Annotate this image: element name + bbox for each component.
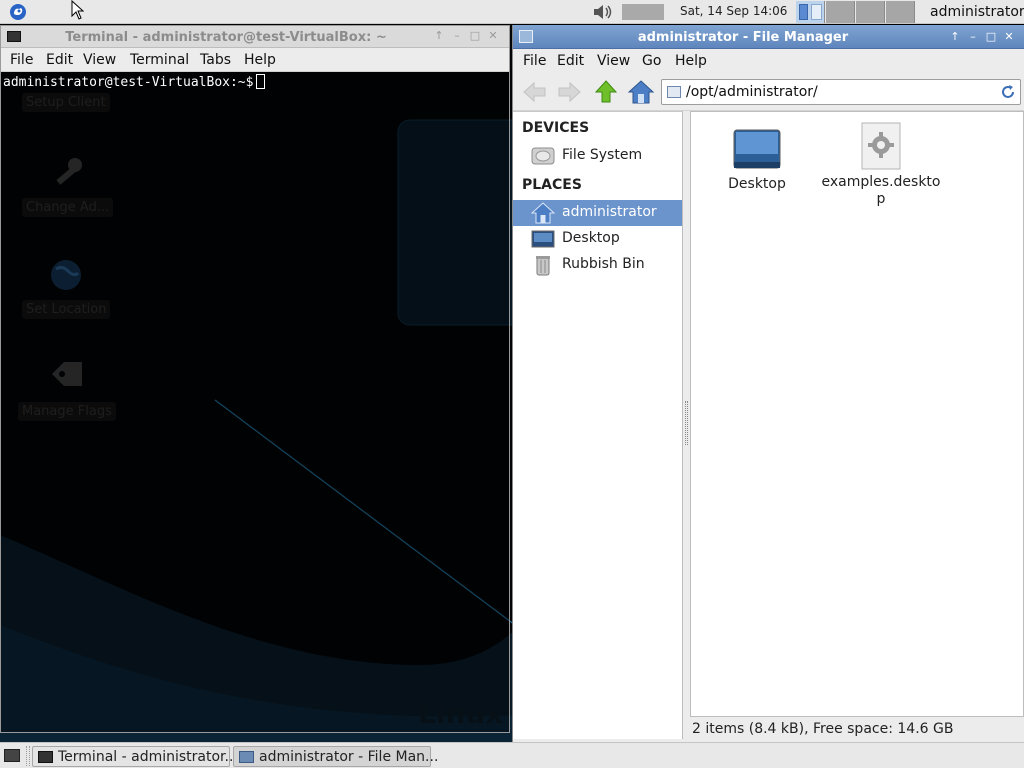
window-close-icon[interactable]: ✕ [487, 30, 499, 42]
menu-view[interactable]: View [597, 53, 630, 69]
location-input[interactable]: /opt/administrator/ [686, 84, 818, 100]
window-close-icon[interactable]: ✕ [1003, 31, 1015, 43]
desktop-icon [531, 230, 555, 248]
sidebar-item-file-system[interactable]: File System [513, 143, 682, 169]
terminal-prompt-line[interactable]: administrator@test-VirtualBox:~$ [3, 74, 266, 90]
mouse-pointer-icon [71, 0, 85, 20]
sidebar-item-rubbish-bin[interactable]: Rubbish Bin [513, 252, 682, 278]
workspace-3[interactable] [856, 1, 885, 23]
menu-help[interactable]: Help [675, 53, 707, 69]
workspace-switcher[interactable] [796, 0, 916, 24]
window-keep-above-icon[interactable]: ↑ [949, 31, 961, 43]
menu-edit[interactable]: Edit [557, 53, 584, 69]
menu-terminal[interactable]: Terminal [130, 52, 189, 68]
applications-menu-icon[interactable] [8, 3, 28, 21]
task-button-file-manager[interactable]: administrator - File Man... [233, 746, 438, 767]
menu-file[interactable]: File [10, 52, 33, 68]
user-menu[interactable]: administrator [930, 4, 1024, 20]
file-item-examples-desktop[interactable]: examples.desktop [819, 122, 943, 208]
folder-desktop-icon [733, 129, 781, 169]
menu-view[interactable]: View [83, 52, 116, 68]
folder-icon [667, 86, 681, 98]
terminal-icon [38, 751, 53, 763]
text-cursor [256, 74, 266, 89]
network-indicator[interactable] [622, 4, 664, 20]
show-desktop-icon[interactable] [4, 749, 20, 762]
workspace-1[interactable] [796, 1, 825, 23]
file-item-label: Desktop [728, 176, 786, 192]
menu-help[interactable]: Help [244, 52, 276, 68]
file-item-label: examples.desktop [821, 174, 941, 207]
task-button-label: Terminal - administrator... [58, 749, 238, 765]
drive-icon [531, 147, 555, 165]
sidebar-item-desktop[interactable]: Desktop [513, 226, 682, 252]
back-arrow-icon[interactable] [521, 79, 549, 105]
sidebar-item-label: Rubbish Bin [562, 256, 645, 272]
workspace-window-thumb [811, 4, 822, 20]
terminal-prompt: administrator@test-VirtualBox:~$ [3, 75, 254, 90]
file-manager-title: administrator - File Manager [637, 30, 849, 45]
menu-edit[interactable]: Edit [46, 52, 73, 68]
location-bar[interactable]: /opt/administrator/ [661, 79, 1021, 105]
menu-go[interactable]: Go [642, 53, 661, 69]
terminal-titlebar[interactable]: Terminal - administrator@test-VirtualBox… [1, 26, 509, 48]
file-manager-icon [239, 751, 254, 763]
splitter-grip[interactable] [685, 401, 688, 445]
workspace-2[interactable] [826, 1, 855, 23]
reload-icon[interactable] [1000, 84, 1016, 100]
taskbar-separator [26, 746, 30, 766]
terminal-body[interactable]: administrator@test-VirtualBox:~$ [1, 72, 509, 732]
forward-arrow-icon[interactable] [555, 79, 583, 105]
window-maximize-icon[interactable]: □ [985, 31, 997, 43]
home-icon[interactable] [627, 79, 655, 105]
window-keep-above-icon[interactable]: ↑ [433, 30, 445, 42]
workspace-window-thumb [799, 4, 808, 20]
task-button-label: administrator - File Man... [259, 749, 439, 765]
top-panel: Sat, 14 Sep 14:06 administrator [0, 0, 1024, 24]
sidebar-item-label: administrator [562, 204, 657, 220]
trash-icon [536, 256, 550, 276]
sidebar-item-label: File System [562, 147, 643, 163]
clock[interactable]: Sat, 14 Sep 14:06 [680, 4, 787, 18]
file-manager-menubar: File Edit View Go Help [513, 49, 1024, 73]
volume-icon[interactable] [592, 3, 614, 21]
sidebar-item-label: Desktop [562, 230, 620, 246]
up-arrow-icon[interactable] [592, 79, 620, 105]
status-bar: 2 items (8.4 kB), Free space: 14.6 GB [690, 717, 1024, 742]
file-manager-toolbar: /opt/administrator/ [513, 73, 1024, 111]
sidebar-heading-devices: DEVICES [522, 120, 590, 136]
settings-file-icon [861, 122, 901, 170]
menu-tabs[interactable]: Tabs [200, 52, 231, 68]
workspace-4[interactable] [886, 1, 915, 23]
window-minimize-icon[interactable]: – [451, 30, 463, 42]
file-item-desktop[interactable]: Desktop [695, 128, 819, 193]
sidebar: DEVICES File System PLACES administrator… [513, 111, 683, 739]
window-maximize-icon[interactable]: □ [469, 30, 481, 42]
terminal-window[interactable]: Terminal - administrator@test-VirtualBox… [0, 25, 510, 733]
menu-file[interactable]: File [523, 53, 546, 69]
terminal-title: Terminal - administrator@test-VirtualBox… [65, 30, 387, 45]
taskbar: Terminal - administrator... administrato… [0, 742, 1024, 768]
terminal-menubar: File Edit View Terminal Tabs Help [1, 48, 509, 72]
file-manager-window[interactable]: administrator - File Manager ↑ – □ ✕ Fil… [512, 25, 1024, 742]
home-icon [531, 202, 555, 224]
window-minimize-icon[interactable]: – [967, 31, 979, 43]
sidebar-item-administrator[interactable]: administrator [513, 200, 682, 226]
status-text: 2 items (8.4 kB), Free space: 14.6 GB [692, 721, 954, 737]
file-manager-titlebar[interactable]: administrator - File Manager ↑ – □ ✕ [513, 25, 1024, 49]
sidebar-heading-places: PLACES [522, 177, 582, 193]
task-button-terminal[interactable]: Terminal - administrator... [32, 746, 238, 767]
file-view[interactable]: Desktop examples.desktop [690, 111, 1024, 717]
